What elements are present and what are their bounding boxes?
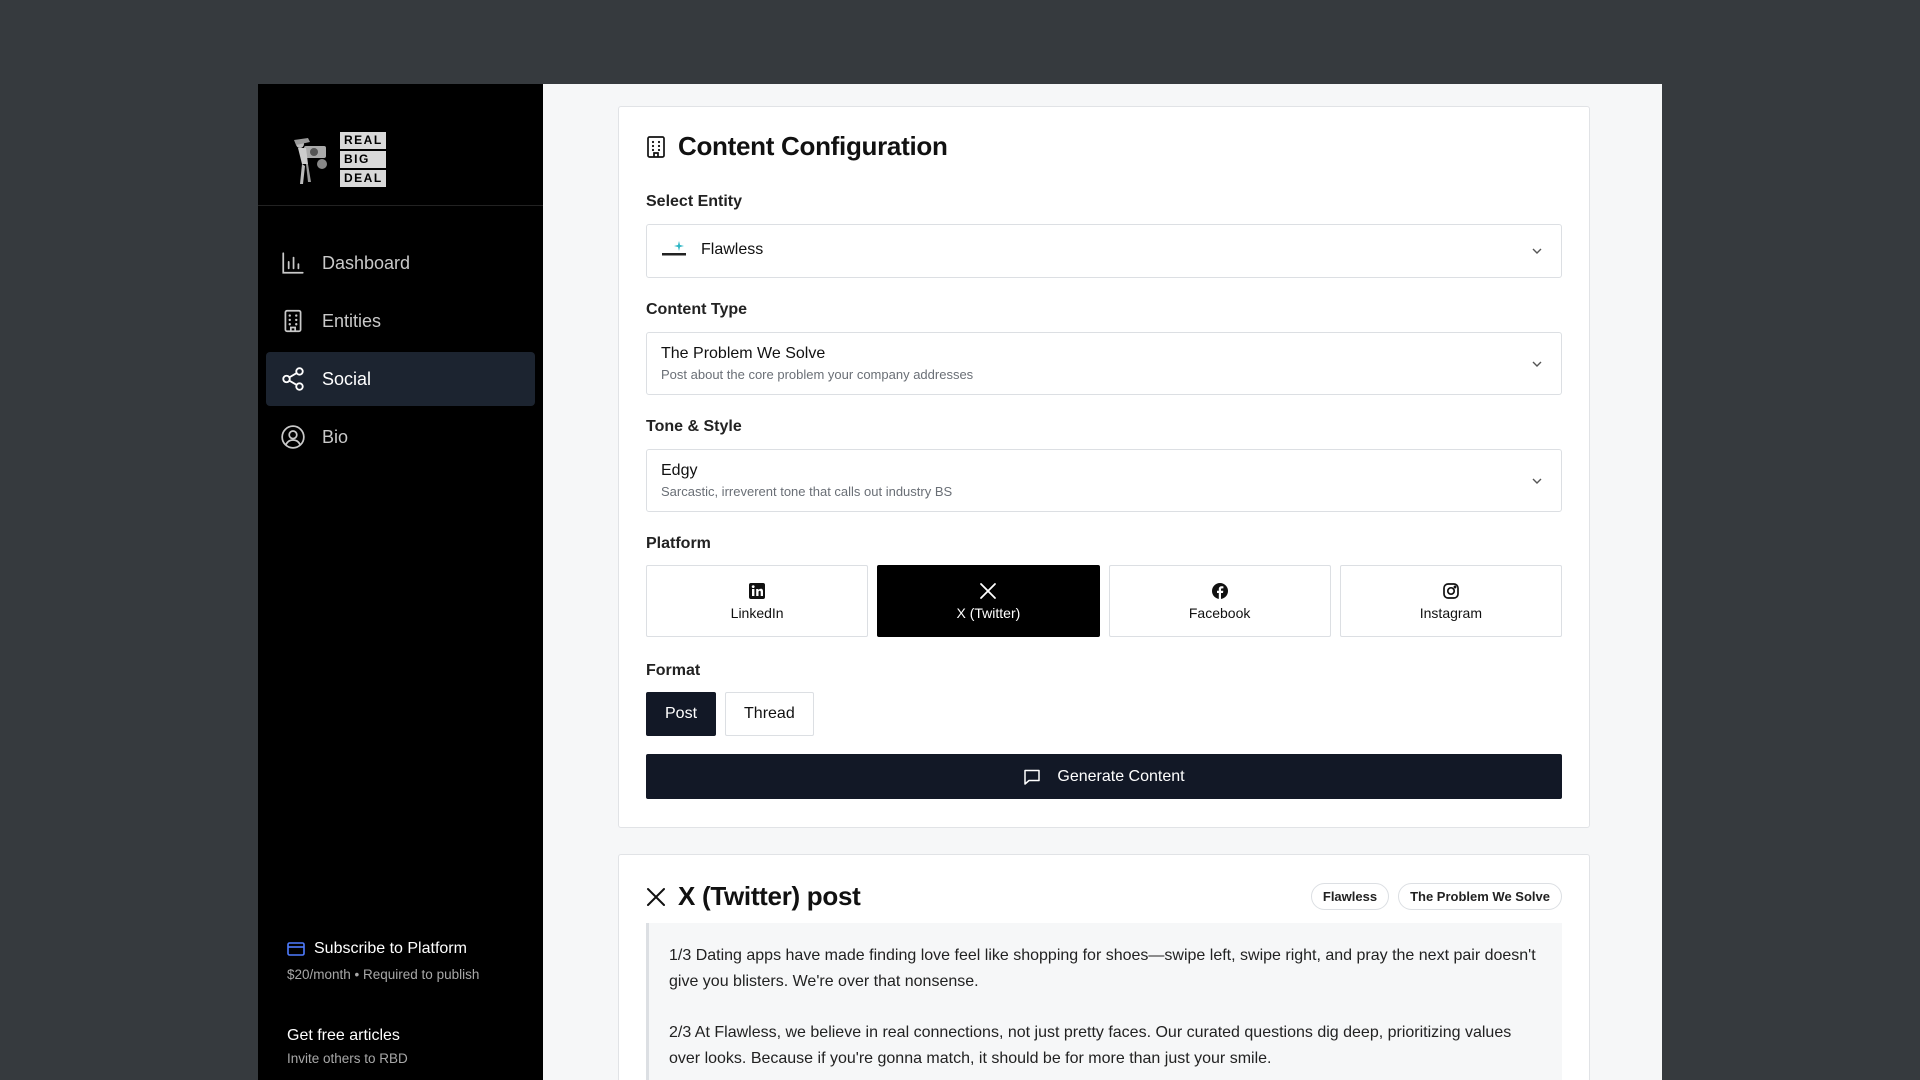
app-window: REAL BIG DEAL Dashboard Entities Social …: [258, 84, 1662, 1080]
facebook-icon: [1211, 582, 1228, 599]
generate-content-label: Generate Content: [1057, 767, 1185, 785]
sidebar-nav: Dashboard Entities Social Bio: [258, 206, 543, 464]
post-title: X (Twitter) post: [646, 881, 861, 912]
generated-post-card: X (Twitter) post Flawless The Problem We…: [618, 854, 1590, 1080]
entity-select[interactable]: Flawless: [646, 224, 1562, 278]
bar-chart-icon: [282, 252, 304, 274]
tone-select[interactable]: Edgy Sarcastic, irreverent tone that cal…: [646, 449, 1562, 512]
share-icon: [282, 367, 304, 391]
platform-label-text: Instagram: [1419, 604, 1482, 621]
content-type-select[interactable]: The Problem We Solve Post about the core…: [646, 332, 1562, 395]
free-articles-link[interactable]: Get free articles Invite others to RBD: [287, 1027, 408, 1066]
instagram-icon: [1443, 582, 1459, 599]
post-title-text: X (Twitter) post: [678, 881, 861, 911]
platform-label: Platform: [646, 535, 711, 552]
select-entity-label: Select Entity: [646, 193, 743, 210]
sidebar-item-dashboard[interactable]: Dashboard: [266, 236, 535, 290]
tone-description: Sarcastic, irreverent tone that calls ou…: [661, 484, 953, 499]
content-type-value: The Problem We Solve: [661, 345, 826, 362]
format-label: Format: [646, 662, 701, 679]
tone-value: Edgy: [661, 462, 698, 479]
post-content[interactable]: 1/3 Dating apps have made finding love f…: [646, 923, 1562, 1080]
platform-instagram-button[interactable]: Instagram: [1339, 565, 1562, 637]
platform-label-text: Facebook: [1188, 604, 1251, 621]
post-tags: Flawless The Problem We Solve: [1310, 883, 1562, 910]
chevron-down-icon: [1532, 248, 1542, 254]
subscribe-link[interactable]: Subscribe to Platform $20/month • Requir…: [287, 940, 479, 982]
logo-line-real: REAL: [340, 132, 386, 149]
chevron-down-icon: [1532, 478, 1542, 484]
platform-linkedin-button[interactable]: LinkedIn: [646, 565, 869, 637]
building-icon: [284, 309, 302, 333]
sidebar: REAL BIG DEAL Dashboard Entities Social …: [258, 84, 543, 1080]
subscribe-subtitle: $20/month • Required to publish: [287, 967, 480, 982]
sidebar-item-entities[interactable]: Entities: [266, 294, 535, 348]
platform-facebook-button[interactable]: Facebook: [1108, 565, 1331, 637]
format-post-button[interactable]: Post: [646, 692, 717, 736]
building-icon: [647, 135, 665, 158]
free-articles-subtitle: Invite others to RBD: [287, 1051, 408, 1066]
sidebar-item-label: Social: [322, 368, 372, 389]
user-circle-icon: [281, 425, 305, 449]
content-configuration-card: Content Configuration Select Entity Flaw…: [618, 106, 1590, 828]
post-paragraph: 1/3 Dating apps have made finding love f…: [669, 947, 1536, 990]
linkedin-icon: [749, 582, 766, 599]
logo-line-big: BIG: [340, 151, 386, 168]
logo-line-deal: DEAL: [340, 170, 386, 187]
content-type-description: Post about the core problem your company…: [661, 367, 974, 382]
generate-content-button[interactable]: Generate Content: [646, 754, 1562, 799]
logo-figure-icon: [286, 134, 332, 186]
platform-label-text: LinkedIn: [730, 604, 784, 621]
free-articles-title: Get free articles: [287, 1027, 400, 1044]
sidebar-item-label: Bio: [322, 426, 349, 447]
format-options: Post Thread: [646, 692, 814, 736]
platform-label-text: X (Twitter): [956, 604, 1021, 621]
sidebar-item-label: Dashboard: [322, 252, 411, 273]
sidebar-item-bio[interactable]: Bio: [266, 410, 535, 464]
flawless-logo-icon: [662, 241, 686, 256]
logo-text: REAL BIG DEAL: [340, 132, 386, 187]
platform-options: LinkedIn X (Twitter) Facebook Instagram: [646, 565, 1562, 637]
page-title: Content Configuration: [678, 131, 948, 161]
tag-entity: Flawless: [1310, 883, 1390, 910]
entity-value: Flawless: [701, 241, 764, 258]
subscribe-title: Subscribe to Platform: [314, 940, 467, 957]
main-content: Content Configuration Select Entity Flaw…: [543, 84, 1662, 1080]
x-icon: [980, 582, 997, 599]
tone-style-label: Tone & Style: [646, 418, 742, 435]
card-title: Content Configuration: [646, 131, 948, 162]
sidebar-item-label: Entities: [322, 310, 382, 331]
format-thread-button[interactable]: Thread: [725, 692, 814, 736]
post-paragraph: 2/3 At Flawless, we believe in real conn…: [669, 1024, 1512, 1067]
content-type-label: Content Type: [646, 301, 748, 318]
sidebar-item-social[interactable]: Social: [266, 352, 535, 406]
platform-x-button[interactable]: X (Twitter): [877, 565, 1100, 637]
message-square-icon: [1024, 769, 1041, 785]
x-icon: [647, 887, 665, 906]
credit-card-icon: [287, 942, 305, 956]
logo[interactable]: REAL BIG DEAL: [258, 84, 543, 206]
tag-content-type: The Problem We Solve: [1398, 883, 1562, 910]
chevron-down-icon: [1532, 361, 1542, 367]
